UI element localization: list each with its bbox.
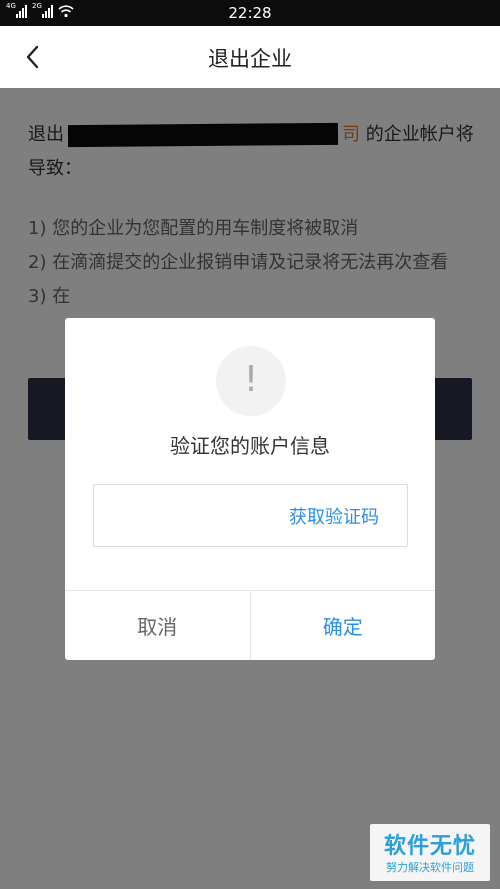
status-time: 22:28 bbox=[228, 4, 272, 22]
nav-header: 退出企业 bbox=[0, 26, 500, 88]
ok-button[interactable]: 确定 bbox=[251, 591, 436, 660]
dialog-actions: 取消 确定 bbox=[65, 590, 435, 660]
watermark-main-text: 软件无忧 bbox=[383, 834, 476, 859]
get-code-button[interactable]: 获取验证码 bbox=[289, 503, 379, 529]
exclamation-icon: ! bbox=[216, 346, 286, 416]
verification-code-input[interactable] bbox=[104, 495, 264, 535]
verification-code-field: 获取验证码 bbox=[93, 484, 408, 547]
page-title: 退出企业 bbox=[208, 47, 292, 71]
verify-account-dialog: ! 验证您的账户信息 获取验证码 取消 确定 bbox=[65, 318, 435, 660]
status-bar: 4G 2G 22:28 bbox=[0, 0, 500, 26]
watermark-sub-text: 努力解决软件问题 bbox=[386, 861, 474, 874]
exclamation-glyph: ! bbox=[243, 359, 259, 400]
watermark-logo: 软件无忧 努力解决软件问题 bbox=[370, 824, 490, 881]
cancel-button[interactable]: 取消 bbox=[65, 591, 251, 660]
dialog-title: 验证您的账户信息 bbox=[170, 434, 330, 458]
